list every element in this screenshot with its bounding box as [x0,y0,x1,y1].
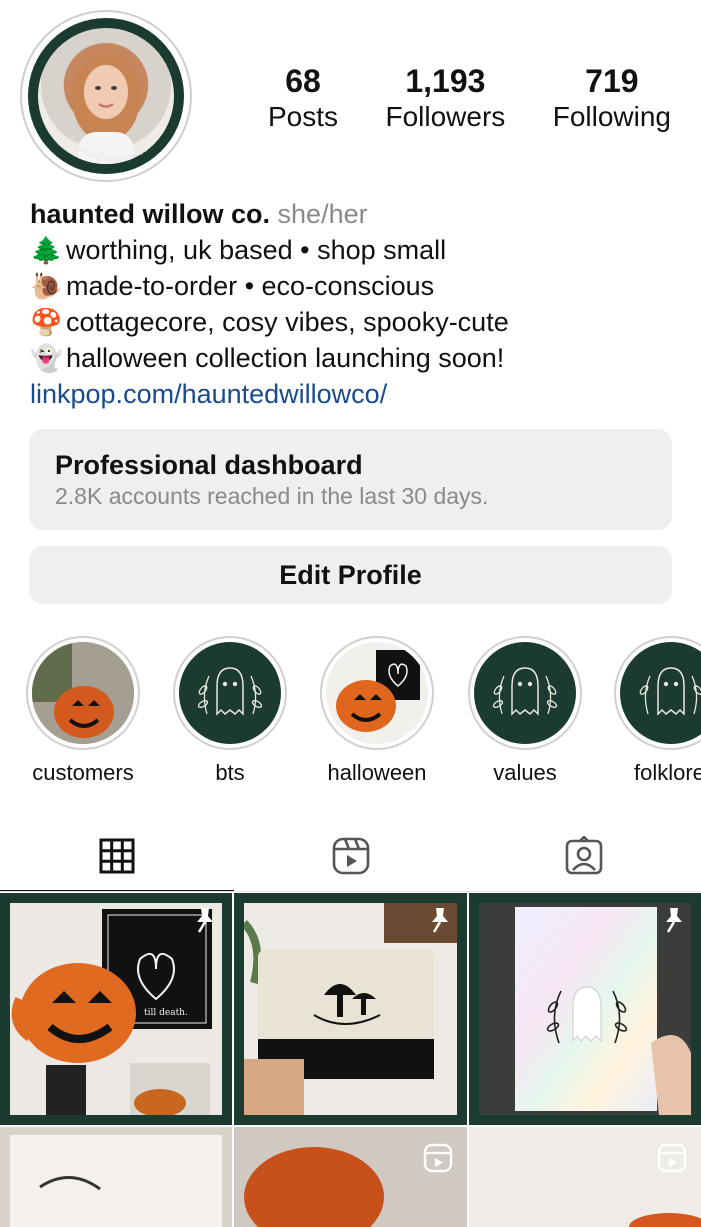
followers-label: Followers [385,101,506,132]
post-tile[interactable]: till death. [0,893,232,1125]
mushroom-icon: 🍄 [30,307,63,337]
ghost-icon: 👻 [30,343,63,373]
tab-reels[interactable] [234,820,468,892]
pumpkin-photo [234,1127,467,1227]
dashboard-subtitle: 2.8K accounts reached in the last 30 day… [55,483,489,509]
bio-text: worthing, uk based • shop small [66,235,447,265]
tab-grid[interactable] [0,820,234,892]
profile-name: haunted willow co. [30,199,271,229]
highlight-label: bts [215,760,245,785]
highlight-customers[interactable]: customers [8,636,158,786]
highlight-cover [474,642,576,744]
profile-pronouns: she/her [277,199,368,229]
tagged-icon [565,836,603,875]
posts-stat[interactable]: 68 Posts [268,62,338,134]
highlight-cover [32,642,134,744]
dashboard-title: Professional dashboard [55,450,363,480]
pin-icon [432,908,448,933]
bio-line: 👻 halloween collection launching soon! [30,340,681,376]
bio-text: halloween collection launching soon! [66,343,505,373]
avatar-photo [38,28,174,164]
highlight-values[interactable]: values [450,636,600,786]
following-count: 719 [585,63,639,99]
bio-text: made-to-order • eco-conscious [66,271,435,301]
room-photo [469,1127,701,1227]
post-tile[interactable] [469,893,701,1125]
grid-icon [99,838,135,874]
reels-icon [657,1143,687,1173]
profile-link[interactable]: linkpop.com/hauntedwillowco/ [30,379,387,409]
tabs-divider [0,891,701,892]
bio-line: 🍄 cottagecore, cosy vibes, spooky-cute [30,304,681,340]
highlight-label: halloween [327,760,427,785]
ghost-logo-icon [492,667,558,716]
avatar-frame: haunted willow co [28,18,184,174]
post-tile[interactable] [469,1127,701,1227]
snail-icon: 🐌 [30,271,63,301]
highlight-label: folklore [634,760,701,785]
ghost-logo-icon [197,667,263,716]
book-photo [0,1127,232,1227]
profile-avatar[interactable]: haunted willow co [20,10,192,182]
highlight-label: values [493,760,557,785]
bio-line: 🌲 worthing, uk based • shop small [30,232,681,268]
post-tile[interactable] [0,1127,232,1227]
professional-dashboard-card[interactable]: Professional dashboard 2.8K accounts rea… [29,429,672,530]
following-stat[interactable]: 719 Following [553,62,671,134]
profile-tabs [0,820,701,892]
following-label: Following [552,101,671,132]
highlight-bts[interactable]: bts [155,636,305,786]
highlight-cover [326,642,428,744]
tree-icon: 🌲 [30,235,63,265]
followers-stat[interactable]: 1,193 Followers [385,62,505,134]
posts-count: 68 [285,63,321,99]
profile-bio: haunted willow co. she/her 🌲 worthing, uk… [30,196,681,412]
highlight-label: customers [32,760,134,785]
profile-stats: 68 Posts 1,193 Followers 719 Following [268,62,671,134]
edit-profile-button[interactable]: Edit Profile [29,546,672,604]
highlight-cover [620,642,701,744]
reels-icon [423,1143,453,1173]
highlight-halloween[interactable]: halloween [302,636,452,786]
person-portrait-icon [72,54,140,164]
tab-tagged[interactable] [467,820,701,892]
highlight-folklore[interactable]: folklore [598,636,701,786]
ghost-logo-icon [639,667,701,716]
reels-icon [332,837,369,875]
pumpkin-mug-icon [326,642,428,744]
post-tile[interactable] [234,893,467,1125]
story-highlights: customers bts halloween values folklore [0,636,701,786]
pin-icon [197,908,213,933]
posts-label: Posts [268,101,339,132]
post-tile[interactable] [234,1127,467,1227]
bio-text: cottagecore, cosy vibes, spooky-cute [66,307,509,337]
highlight-cover [179,642,281,744]
bio-line: 🐌 made-to-order • eco-conscious [30,268,681,304]
svg-text:till death.: till death. [144,1008,188,1018]
pin-icon [666,908,682,933]
followers-count: 1,193 [405,63,486,99]
pumpkin-mug-icon [32,642,134,744]
